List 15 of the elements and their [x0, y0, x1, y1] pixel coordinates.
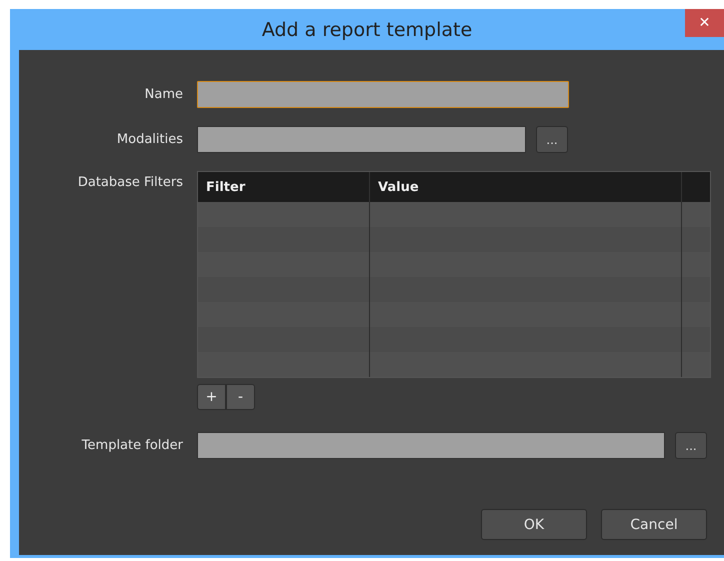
- text-field[interactable]: [197, 432, 665, 459]
- field-label: Database Filters: [76, 174, 183, 190]
- browse-button[interactable]: ...: [675, 432, 707, 459]
- field-label: Template folder: [80, 438, 183, 453]
- window-title: Add a report template: [262, 18, 472, 40]
- remove-button[interactable]: -: [226, 384, 255, 410]
- field-label: Modalities: [116, 132, 183, 147]
- close-button[interactable]: ✕: [685, 9, 724, 37]
- field-label: Name: [144, 87, 183, 102]
- cancel-button[interactable]: Cancel: [601, 509, 707, 540]
- ok-button[interactable]: OK: [481, 509, 587, 540]
- browse-button[interactable]: ...: [536, 126, 568, 153]
- add-button[interactable]: +: [197, 384, 226, 410]
- text-field[interactable]: [197, 81, 569, 108]
- text-field[interactable]: [197, 126, 526, 153]
